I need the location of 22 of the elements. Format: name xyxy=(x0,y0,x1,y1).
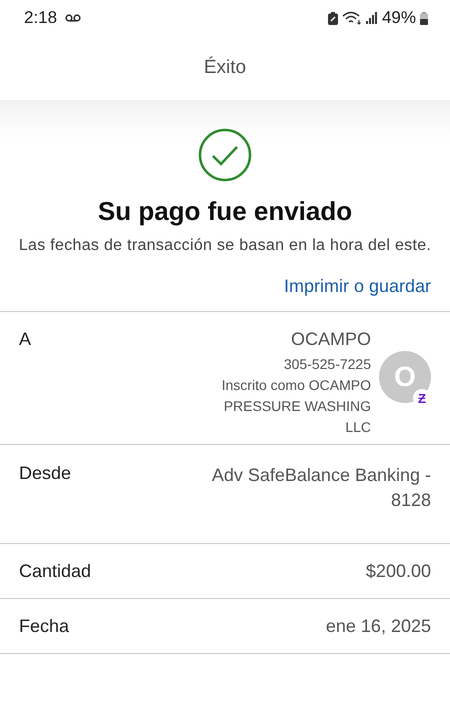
status-time: 2:18 xyxy=(24,8,58,28)
battery-percent: 49% xyxy=(382,8,416,28)
recipient-phone: 305-525-7225 xyxy=(282,355,371,374)
confirmation-title: Su pago fue enviado xyxy=(98,196,352,227)
voicemail-icon xyxy=(65,14,82,22)
enrolled-name: Inscrito como OCAMPO PRESSURE WASHING LLC xyxy=(220,376,371,437)
row-label: Desde xyxy=(19,463,72,484)
signal-icon xyxy=(366,12,378,24)
row-label: Cantidad xyxy=(19,560,92,582)
row-label: Fecha xyxy=(19,616,70,636)
row-label: A xyxy=(19,329,32,350)
wifi-icon xyxy=(342,11,362,25)
checkmark-circle-icon xyxy=(198,128,252,182)
row-value: $200.00 xyxy=(366,560,431,582)
recipient-name: OCAMPO xyxy=(290,329,371,350)
screen-title: Éxito xyxy=(204,57,246,79)
row-value: Adv SafeBalance Banking - 8128 xyxy=(210,464,431,512)
row-value: ene 16, 2025 xyxy=(326,614,431,638)
battery-icon xyxy=(420,12,428,24)
battery-saver-icon xyxy=(328,12,338,24)
time-zone-note: Las fechas de transacción se basan en la hora del este. xyxy=(18,236,432,256)
print-or-save-link[interactable]: Imprimir o guardar xyxy=(284,276,431,297)
